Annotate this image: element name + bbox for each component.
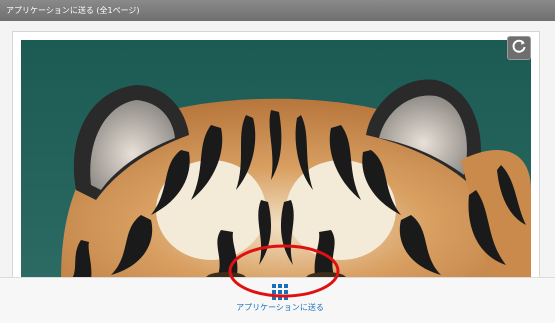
window-title: アプリケーションに送る (全1ページ): [6, 6, 140, 15]
send-to-application-button[interactable]: アプリケーションに送る: [230, 280, 330, 320]
tiger-photo: [21, 40, 531, 280]
send-to-application-label: アプリケーションに送る: [236, 303, 324, 312]
page-preview: [12, 31, 540, 281]
bottom-toolbar: アプリケーションに送る: [0, 277, 555, 323]
window-title-bar: アプリケーションに送る (全1ページ): [0, 0, 555, 21]
content-area: アプリケーションに送る: [0, 21, 555, 323]
rotate-button[interactable]: [507, 36, 531, 60]
grid-apps-icon: [271, 283, 289, 301]
rotate-icon: [511, 38, 527, 58]
